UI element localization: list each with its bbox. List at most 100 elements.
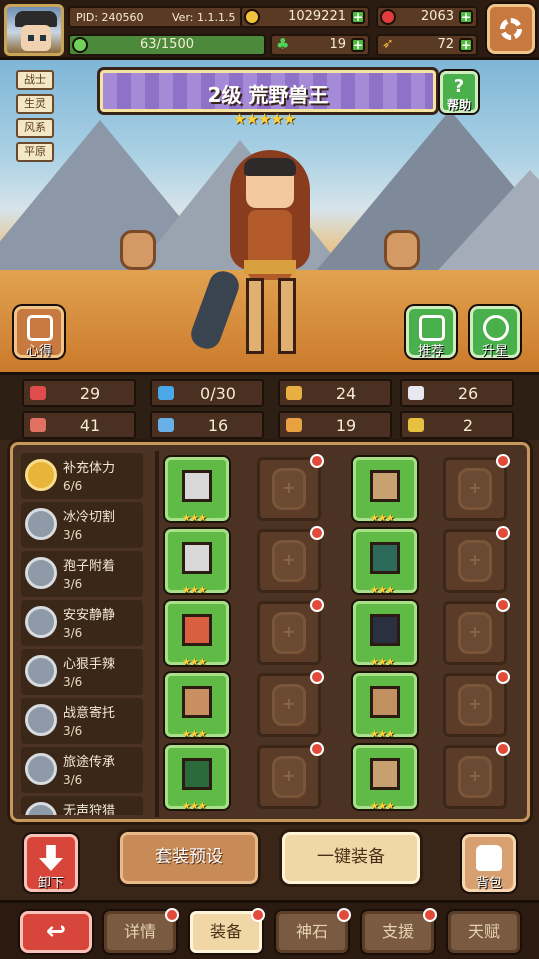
equipped-slot[interactable]: ★★★ [353,457,417,524]
set-item[interactable]: 冰冷切割 3/6 [21,502,143,548]
set-item[interactable]: 无声狩猎 [21,796,143,815]
equipped-slot[interactable]: ★★★ [353,601,417,668]
equipped-slot[interactable]: ★★★ [165,457,229,524]
gem-counter: 2063 + [376,6,478,28]
notes-icon [27,315,53,341]
tag-race[interactable]: 生灵 [16,94,54,114]
stat-value: 2 [462,416,474,435]
star-upgrade-icon [483,315,509,341]
bag-button[interactable]: 背包 [462,834,516,892]
notes-button[interactable]: 心得 [14,306,64,359]
tag-element[interactable]: 风系 [16,118,54,138]
return-arrow-icon: ↩ [45,917,67,945]
add-gold-button[interactable]: + [351,10,365,24]
empty-slot[interactable]: + [443,526,510,593]
feather-counter: ➶ 72 + [376,34,478,56]
equipped-slot[interactable]: ★★★ [165,601,229,668]
player-avatar[interactable] [4,4,64,56]
slot-stars: ★★★ [182,513,207,524]
recommend-label: 推荐 [417,344,444,359]
set-item[interactable]: 战意寄托 3/6 [21,698,143,744]
equipped-slot[interactable]: ★★★ [165,529,229,596]
next-hero-button[interactable] [384,230,420,270]
notes-label: 心得 [25,344,52,359]
set-preset-button[interactable]: 套装预设 [120,832,258,884]
set-name: 心狠手辣 [63,657,116,672]
hero-sprite [187,150,340,360]
empty-slot[interactable]: + [443,454,510,521]
top-bar: PID: 240560 Ver: 1.1.1.5 1029221 + 2063 … [0,0,539,60]
empty-slot[interactable]: + [443,742,510,809]
set-item[interactable]: 补充体力 6/6 [21,453,143,499]
slot-stars: ★★★ [182,657,207,668]
add-gem-button[interactable]: + [459,10,473,24]
help-button[interactable]: ? 帮助 [440,71,478,113]
equipped-slot[interactable]: ★★★ [165,745,229,812]
tab-0[interactable]: 详情 [104,908,179,953]
unequip-label: 卸下 [37,876,64,891]
set-emblem-icon [25,606,57,638]
equipped-slot[interactable]: ★★★ [353,745,417,812]
add-feather-button[interactable]: + [459,38,473,52]
stat-box: 16 [150,411,264,439]
boots-icon [370,758,400,790]
stat-box: 41 [22,411,136,439]
tag-class[interactable]: 战士 [16,70,54,90]
empty-slot[interactable]: + [257,742,324,809]
slot-placeholder-icon: + [458,468,492,510]
back-button[interactable]: ↩ [20,911,92,953]
add-clover-button[interactable]: + [351,38,365,52]
equipped-slot[interactable]: ★★★ [353,529,417,596]
slot-stars: ★★★ [370,585,395,596]
empty-slot[interactable]: + [257,670,324,737]
heart-icon [30,386,46,400]
equip-all-button[interactable]: 一键装备 [282,832,420,884]
empty-slot[interactable]: + [257,598,324,665]
set-item[interactable]: 旅途传承 3/6 [21,747,143,793]
slot-placeholder-icon: + [272,540,306,582]
recommend-button[interactable]: 推荐 [406,306,456,359]
xp-value: 63/1500 [139,37,194,52]
notification-badge [496,454,510,468]
unequip-button[interactable]: 卸下 [24,834,78,892]
version-label: Ver: 1.1.1.5 [172,11,236,24]
set-item[interactable]: 心狠手辣 3/6 [21,649,143,695]
slot-placeholder-icon: + [272,612,306,654]
tab-4[interactable]: 天赋 [448,911,520,953]
set-name: 孢子附着 [63,559,116,574]
red-gem-icon [380,9,396,25]
set-emblem-icon [25,802,57,815]
feather-value: 72 [437,37,454,52]
tab-3[interactable]: 支援 [362,908,437,953]
empty-slot[interactable]: + [443,670,510,737]
set-emblem-icon [25,459,57,491]
notification-badge [496,670,510,684]
settings-button[interactable] [487,4,535,54]
tab-2[interactable]: 神石 [276,908,351,953]
gold-counter: 1029221 + [240,6,370,28]
set-item[interactable]: 孢子附着 3/6 [21,551,143,597]
hero-scene: 2级 荒野兽王 ★★★★★ ? 帮助 战士 生灵 风系 平原 心得 推荐 升星 [0,60,539,372]
tag-terrain[interactable]: 平原 [16,142,54,162]
prev-hero-button[interactable] [120,230,156,270]
clover-icon: ♣ [276,35,290,53]
stat-box: 29 [22,379,136,407]
empty-slot[interactable]: + [443,598,510,665]
upgrade-star-button[interactable]: 升星 [470,306,520,359]
empty-slot[interactable]: + [257,526,324,593]
notification-badge [423,908,437,922]
tab-1[interactable]: 装备 [190,908,265,953]
equipped-slot[interactable]: ★★★ [353,673,417,740]
upgrade-label: 升星 [481,344,508,359]
sword-icon [182,470,212,502]
stat-box: 0/30 [150,379,264,407]
equipped-slot[interactable]: ★★★ [165,673,229,740]
set-count: 3/6 [63,577,83,591]
boot-icon [286,418,302,432]
empty-slot[interactable]: + [257,454,324,521]
charm-icon [182,758,212,790]
slot-placeholder-icon: + [272,468,306,510]
water-drop-icon [158,386,174,400]
set-item[interactable]: 安安静静 3/6 [21,600,143,646]
set-bonus-list[interactable]: 补充体力 6/6 冰冷切割 3/6 孢子附着 3/6 安安静静 3/6 心狠手辣 3/6 战意寄托 3… [21,453,151,815]
